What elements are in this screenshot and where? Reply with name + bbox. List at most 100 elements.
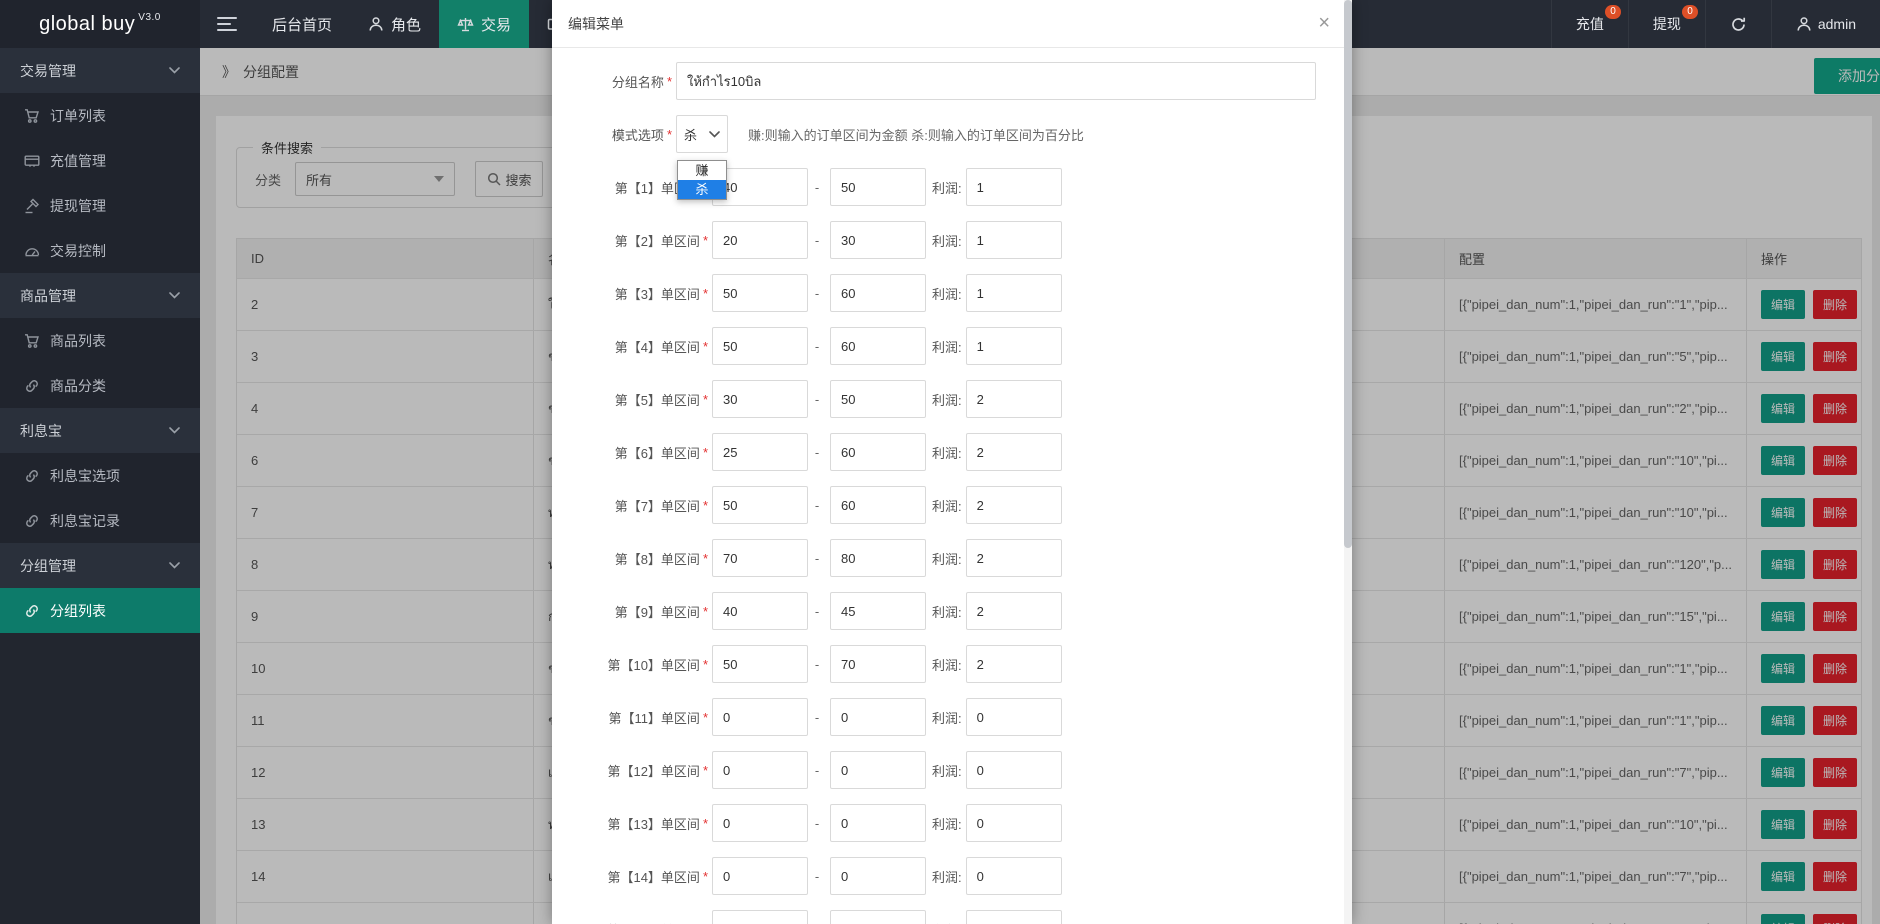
interval-to-input[interactable]: [830, 751, 926, 789]
interval-to-input[interactable]: [830, 698, 926, 736]
recharge-button[interactable]: 充值 0: [1551, 0, 1628, 48]
profit-input[interactable]: [966, 327, 1062, 365]
profit-input[interactable]: [966, 910, 1062, 924]
sidebar-item[interactable]: 交易控制: [0, 228, 200, 273]
required-mark: *: [703, 816, 708, 831]
profit-input[interactable]: [966, 539, 1062, 577]
sidebar-item[interactable]: 订单列表: [0, 93, 200, 138]
interval-to-input[interactable]: [830, 804, 926, 842]
interval-to-input[interactable]: [830, 327, 926, 365]
interval-from-input[interactable]: [712, 804, 808, 842]
interval-from-input[interactable]: [712, 327, 808, 365]
interval-to-input[interactable]: [830, 539, 926, 577]
required-mark: *: [703, 763, 708, 778]
chevron-down-icon: [169, 292, 180, 299]
interval-to-input[interactable]: [830, 433, 926, 471]
required-mark: *: [703, 498, 708, 513]
interval-to-input[interactable]: [830, 910, 926, 924]
mode-select[interactable]: 杀: [676, 115, 728, 153]
chevron-down-icon: [169, 562, 180, 569]
interval-from-input[interactable]: [712, 592, 808, 630]
menu-toggle-icon[interactable]: [200, 0, 254, 48]
sidebar-item[interactable]: 商品分类: [0, 363, 200, 408]
interval-from-input[interactable]: [712, 698, 808, 736]
sidebar-group-header[interactable]: 利息宝: [0, 408, 200, 453]
profit-input[interactable]: [966, 486, 1062, 524]
close-icon[interactable]: ×: [1318, 13, 1330, 33]
interval-from-input[interactable]: [712, 910, 808, 924]
user-menu[interactable]: admin: [1771, 0, 1880, 48]
refresh-button[interactable]: [1705, 0, 1771, 48]
sidebar-item[interactable]: 利息宝选项: [0, 453, 200, 498]
modal-scrollbar-track[interactable]: [1344, 0, 1352, 924]
interval-from-input[interactable]: [712, 221, 808, 259]
recharge-badge: 0: [1605, 5, 1621, 19]
profit-input[interactable]: [966, 168, 1062, 206]
profit-label: 利润:: [932, 231, 962, 250]
sidebar-group-header[interactable]: 商品管理: [0, 273, 200, 318]
interval-to-input[interactable]: [830, 592, 926, 630]
edit-menu-dialog: 编辑菜单 × 分组名称* 模式选项* 杀 赚:则输入的订单区间为金额 杀:则输入…: [552, 0, 1352, 924]
sidebar-item[interactable]: 充值管理: [0, 138, 200, 183]
top-nav-item[interactable]: 交易: [439, 0, 529, 48]
profit-input[interactable]: [966, 433, 1062, 471]
interval-from-input[interactable]: [712, 380, 808, 418]
top-nav-item[interactable]: 后台首页: [254, 0, 350, 48]
profit-input[interactable]: [966, 221, 1062, 259]
interval-row: 第【6】单区间* - 利润:: [552, 433, 1344, 471]
required-mark: *: [703, 657, 708, 672]
modal-scrollbar-thumb[interactable]: [1344, 0, 1352, 548]
sidebar-item[interactable]: 分组列表: [0, 588, 200, 633]
interval-to-input[interactable]: [830, 645, 926, 683]
interval-from-input[interactable]: [712, 433, 808, 471]
interval-label: 第【5】单区间*: [564, 390, 708, 409]
profit-input[interactable]: [966, 592, 1062, 630]
interval-from-input[interactable]: [712, 751, 808, 789]
required-mark: *: [703, 445, 708, 460]
profit-input[interactable]: [966, 380, 1062, 418]
interval-label: 第【15】单区间*: [564, 920, 708, 924]
interval-from-input[interactable]: [712, 274, 808, 312]
interval-from-input[interactable]: [712, 486, 808, 524]
gauge-icon: [24, 243, 40, 259]
cart-icon: [24, 333, 40, 349]
scales-icon: [457, 16, 474, 32]
interval-to-input[interactable]: [830, 857, 926, 895]
profit-input[interactable]: [966, 645, 1062, 683]
sidebar-item[interactable]: 利息宝记录: [0, 498, 200, 543]
interval-row: 第【11】单区间* - 利润:: [552, 698, 1344, 736]
required-mark: *: [703, 392, 708, 407]
required-mark: *: [703, 339, 708, 354]
chevron-down-icon: [169, 67, 180, 74]
mode-option[interactable]: 杀: [678, 180, 726, 199]
profit-input[interactable]: [966, 857, 1062, 895]
interval-from-input[interactable]: [712, 857, 808, 895]
group-name-input[interactable]: [676, 62, 1316, 100]
interval-to-input[interactable]: [830, 274, 926, 312]
profit-label: 利润:: [932, 814, 962, 833]
interval-from-input[interactable]: [712, 539, 808, 577]
interval-row: 第【12】单区间* - 利润:: [552, 751, 1344, 789]
sidebar-item[interactable]: 商品列表: [0, 318, 200, 363]
link-icon: [24, 603, 40, 619]
interval-label: 第【7】单区间*: [564, 496, 708, 515]
profit-input[interactable]: [966, 751, 1062, 789]
interval-to-input[interactable]: [830, 221, 926, 259]
profit-input[interactable]: [966, 274, 1062, 312]
interval-to-input[interactable]: [830, 486, 926, 524]
profit-label: 利润:: [932, 708, 962, 727]
profit-input[interactable]: [966, 804, 1062, 842]
interval-from-input[interactable]: [712, 645, 808, 683]
top-nav-item[interactable]: 角色: [350, 0, 439, 48]
withdraw-button[interactable]: 提现 0: [1628, 0, 1705, 48]
sidebar-group-header[interactable]: 交易管理: [0, 48, 200, 93]
mode-option[interactable]: 赚: [678, 161, 726, 180]
range-separator: -: [808, 339, 826, 354]
profit-input[interactable]: [966, 698, 1062, 736]
interval-to-input[interactable]: [830, 168, 926, 206]
range-separator: -: [808, 286, 826, 301]
sidebar-group-header[interactable]: 分组管理: [0, 543, 200, 588]
interval-to-input[interactable]: [830, 380, 926, 418]
interval-label: 第【8】单区间*: [564, 549, 708, 568]
sidebar-item[interactable]: 提现管理: [0, 183, 200, 228]
